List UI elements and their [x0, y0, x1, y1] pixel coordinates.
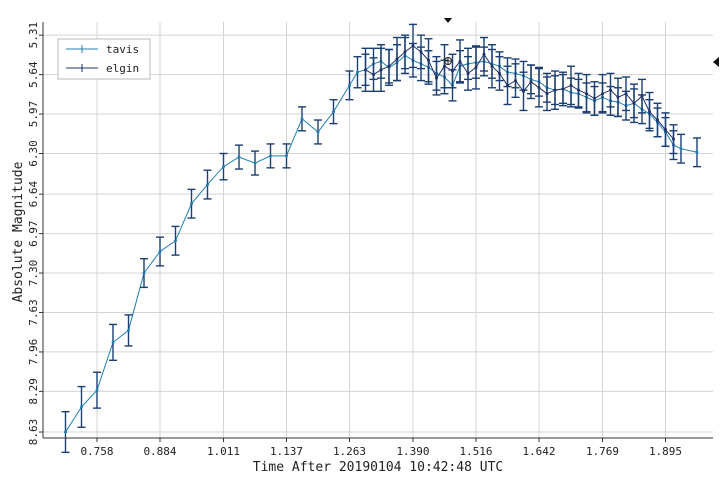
data-point-elgin: [632, 101, 636, 105]
data-point-tavis: [300, 117, 304, 121]
data-point-elgin: [427, 58, 430, 62]
y-axis-title: Absolute Magnitude: [11, 161, 26, 302]
data-point-elgin: [569, 83, 573, 87]
y-tick-label: 7.96: [27, 339, 40, 366]
data-point-tavis: [679, 147, 683, 151]
data-point-tavis: [158, 250, 162, 254]
data-point-elgin: [593, 97, 596, 101]
data-point-tavis: [222, 165, 225, 169]
x-tick-label: 1.137: [270, 445, 303, 458]
legend: tavis elgin: [57, 38, 151, 80]
data-point-elgin: [395, 57, 399, 61]
data-point-tavis: [95, 388, 99, 392]
data-point-elgin: [498, 71, 501, 75]
data-point-elgin: [514, 79, 517, 83]
right-marker-icon: [713, 57, 719, 67]
data-point-tavis: [348, 83, 351, 87]
data-point-tavis: [111, 340, 115, 344]
series-layer: [61, 23, 701, 454]
grid-lines: [43, 22, 713, 438]
data-point-elgin: [648, 110, 651, 114]
data-point-tavis: [269, 154, 272, 158]
data-point-elgin: [522, 89, 525, 93]
data-point-elgin: [443, 64, 446, 68]
data-point-elgin: [466, 71, 470, 75]
data-point-elgin: [364, 68, 367, 72]
data-point-tavis: [332, 110, 335, 114]
legend-label-tavis: tavis: [106, 43, 139, 56]
data-point-elgin: [545, 92, 549, 96]
data-point-elgin: [387, 64, 391, 68]
x-tick-label: 1.895: [649, 445, 682, 458]
data-point-elgin: [474, 65, 478, 69]
x-axis-title: Time After 20190104 10:42:48 UTC: [253, 460, 503, 475]
data-point-tavis: [285, 154, 288, 158]
data-point-elgin: [561, 87, 565, 91]
series-tavis: [61, 36, 701, 454]
x-tick-label: 1.516: [459, 445, 492, 458]
data-point-tavis: [206, 183, 209, 187]
data-point-elgin: [490, 64, 494, 68]
data-point-tavis: [190, 202, 193, 206]
y-tick-label: 5.64: [27, 61, 40, 88]
data-point-elgin: [640, 94, 644, 98]
y-tick-label: 5.31: [27, 22, 40, 49]
x-tick-label: 1.011: [207, 445, 240, 458]
data-point-elgin: [403, 50, 407, 54]
data-point-elgin: [609, 88, 612, 92]
top-marker-icon: [444, 18, 452, 23]
y-tick-label: 8.63: [27, 419, 40, 446]
data-point-elgin: [601, 92, 604, 96]
y-tick-label: 6.64: [27, 181, 40, 208]
data-point-elgin: [458, 59, 462, 63]
data-point-tavis: [127, 328, 130, 332]
data-point-elgin: [537, 86, 541, 90]
data-point-elgin: [435, 76, 438, 80]
data-point-tavis: [80, 405, 83, 409]
y-tick-labels: 5.31 5.64 5.97 6.30 6.64 6.97 7.30 7.63 7.96 8.29…: [27, 22, 43, 445]
x-tick-label: 1.769: [586, 445, 619, 458]
x-tick-label: 0.884: [143, 445, 176, 458]
data-point-tavis: [253, 161, 257, 165]
data-point-elgin: [482, 52, 486, 56]
legend-label-elgin: elgin: [106, 62, 139, 75]
magnitude-chart: 0.758 0.884 1.011 1.137 1.263 1.390 1.516 1.642…: [11, 18, 719, 475]
data-point-elgin: [616, 95, 620, 99]
x-tick-label: 1.390: [396, 445, 429, 458]
y-tick-label: 7.30: [27, 260, 40, 287]
data-point-tavis: [695, 150, 699, 154]
x-tick-labels: 0.758 0.884 1.011 1.137 1.263 1.390 1.516 1.642…: [80, 438, 682, 458]
data-point-tavis: [174, 239, 177, 243]
data-point-tavis: [64, 430, 67, 434]
data-point-elgin: [624, 92, 628, 96]
data-point-elgin: [553, 88, 557, 92]
data-point-elgin: [506, 83, 509, 87]
data-point-elgin: [379, 68, 383, 72]
y-tick-label: 5.97: [27, 101, 40, 128]
data-point-tavis: [316, 130, 320, 134]
x-tick-label: 0.758: [80, 445, 113, 458]
y-tick-label: 8.29: [27, 378, 40, 405]
data-point-elgin: [656, 118, 659, 122]
data-point-elgin: [664, 128, 667, 132]
axes: [42, 22, 713, 439]
data-point-elgin: [411, 44, 415, 48]
y-tick-label: 6.97: [27, 220, 40, 247]
data-point-elgin: [529, 80, 533, 84]
data-point-elgin: [372, 73, 375, 77]
crosshair-icon: [444, 57, 452, 65]
data-point-elgin: [585, 92, 588, 96]
x-tick-label: 1.263: [333, 445, 366, 458]
data-point-elgin: [451, 69, 454, 73]
data-point-elgin: [672, 137, 675, 141]
y-tick-label: 6.30: [27, 140, 40, 167]
data-point-tavis: [356, 70, 359, 74]
x-tick-label: 1.642: [522, 445, 555, 458]
y-tick-label: 7.63: [27, 299, 40, 326]
data-point-elgin: [419, 50, 423, 54]
data-point-tavis: [142, 271, 146, 275]
data-point-tavis: [237, 155, 241, 159]
data-point-elgin: [577, 88, 580, 92]
